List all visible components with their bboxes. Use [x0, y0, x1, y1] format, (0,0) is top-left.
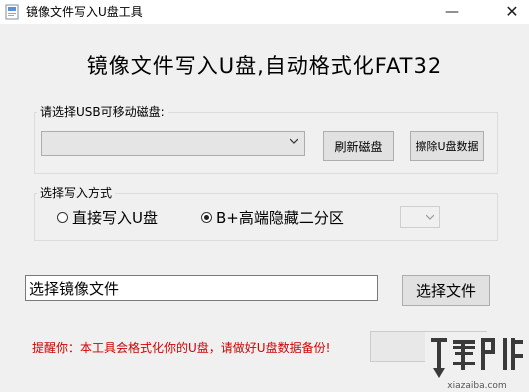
erase-usb-data-button[interactable]: 擦除U盘数据 — [410, 131, 484, 161]
radio-direct-write-label: 直接写入U盘 — [72, 208, 158, 227]
usb-group-label: 请选择USB可移动磁盘: — [37, 105, 168, 119]
watermark-text: xiazaiba.com — [447, 381, 506, 391]
image-file-path-input[interactable] — [25, 275, 378, 301]
write-mode-group-label: 选择写入方式 — [37, 186, 116, 200]
radio-direct-write[interactable]: 直接写入U盘 — [57, 207, 158, 227]
usb-disk-select[interactable] — [41, 131, 305, 156]
radio-selected-icon — [201, 211, 212, 223]
window-title: 镜像文件写入U盘工具 — [26, 5, 143, 19]
page-heading: 镜像文件写入U盘,自动格式化FAT32 — [86, 54, 443, 78]
close-button[interactable]: ✕ — [495, 0, 529, 24]
radio-unselected-icon — [57, 211, 68, 223]
app-icon — [5, 4, 19, 20]
refresh-disk-button[interactable]: 刷新磁盘 — [323, 131, 394, 161]
partition-size-select[interactable] — [400, 206, 440, 228]
radio-hidden-partition-label: B+高端隐藏二分区 — [216, 208, 344, 227]
title-bar: 镜像文件写入U盘工具 — ✕ — [0, 0, 529, 24]
radio-hidden-partition[interactable]: B+高端隐藏二分区 — [201, 207, 344, 227]
format-warning-text: 提醒你：本工具会格式化你的U盘，请做好U盘数据备份! — [32, 341, 331, 355]
choose-file-button[interactable]: 选择文件 — [402, 275, 490, 306]
chevron-down-icon — [426, 214, 434, 220]
chevron-down-icon — [290, 138, 298, 144]
watermark-logo: xiazaiba.com — [425, 332, 529, 392]
minimize-button[interactable]: — — [435, 0, 469, 24]
